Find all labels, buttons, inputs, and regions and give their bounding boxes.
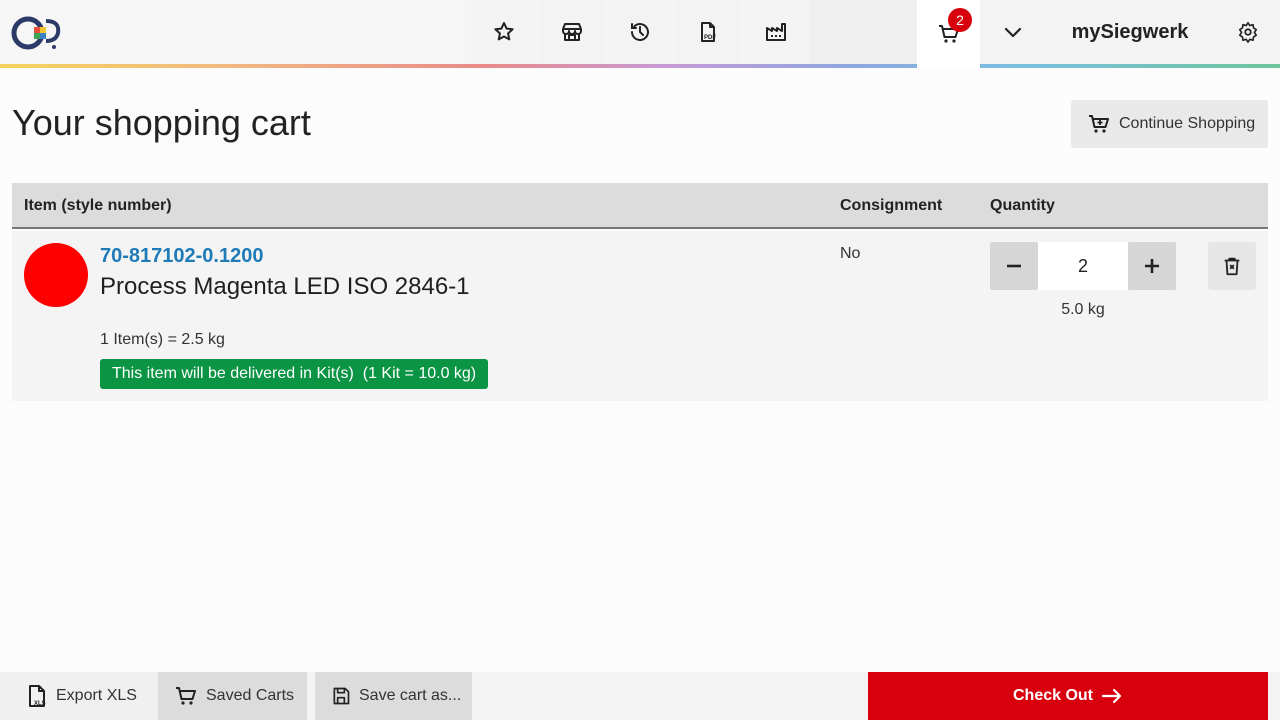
save-cart-as-label: Save cart as... [359, 687, 462, 704]
settings-button[interactable] [1215, 0, 1280, 64]
export-xls-label: Export XLS [56, 687, 137, 704]
factory-button[interactable] [743, 0, 809, 64]
factory-icon [766, 23, 786, 41]
table-row: 70-817102-0.1200 Process Magenta LED ISO… [12, 231, 1268, 401]
history-icon [631, 23, 649, 41]
style-number-link[interactable]: 70-817102-0.1200 [100, 245, 263, 268]
shop-button[interactable] [539, 0, 605, 64]
brand-link[interactable]: mySiegwerk [1046, 0, 1214, 64]
history-button[interactable] [607, 0, 673, 64]
logo-icon [11, 16, 61, 50]
color-swatch [24, 243, 88, 307]
export-xls-button[interactable]: XLS Export XLS [0, 672, 158, 720]
header-gradient-line [0, 64, 1280, 68]
dropdown-button[interactable] [980, 0, 1046, 64]
nav-spacer [809, 0, 917, 64]
kit-delivery-badge: This item will be delivered in Kit(s) (1… [100, 359, 489, 389]
column-header-item: Item (style number) [24, 197, 172, 214]
remove-item-button[interactable] [1208, 242, 1256, 290]
total-weight: 5.0 kg [1061, 301, 1105, 318]
star-icon [494, 22, 514, 41]
save-icon [333, 687, 350, 705]
cart-icon [176, 687, 196, 705]
saved-carts-label: Saved Carts [206, 687, 295, 704]
svg-text:PDF: PDF [704, 35, 716, 41]
cart-table-header: Item (style number) Consignment Quantity [12, 183, 1268, 229]
checkout-button[interactable]: Check Out [868, 672, 1268, 720]
quantity-increase-button[interactable] [1128, 242, 1176, 290]
minus-icon [1007, 264, 1021, 268]
store-icon [562, 23, 582, 41]
quantity-decrease-button[interactable] [990, 242, 1038, 290]
pdf-icon: PDF [701, 22, 716, 42]
chevron-down-icon [1004, 27, 1022, 38]
quantity-input[interactable] [1038, 242, 1128, 290]
consignment-value: No [840, 245, 861, 262]
bottom-action-bar: XLS Export XLS Saved Carts Save cart as.… [0, 672, 1280, 720]
xls-icon: XLS [29, 685, 46, 707]
cart-tab[interactable] [917, 0, 980, 68]
favorites-button[interactable] [471, 0, 537, 64]
arrow-right-icon [1101, 688, 1122, 704]
cart-plus-icon [1089, 115, 1109, 133]
saved-carts-button[interactable]: Saved Carts [158, 672, 307, 720]
product-name: Process Magenta LED ISO 2846-1 [100, 273, 470, 300]
app-logo[interactable] [10, 13, 64, 53]
gear-icon [1238, 22, 1257, 43]
save-cart-as-button[interactable]: Save cart as... [315, 672, 472, 720]
page-title: Your shopping cart [12, 102, 311, 143]
pdf-button[interactable]: PDF [675, 0, 741, 64]
column-header-quantity: Quantity [990, 197, 1055, 214]
delete-icon [1224, 257, 1240, 276]
unit-info: 1 Item(s) = 2.5 kg [100, 331, 225, 348]
continue-shopping-button[interactable]: Continue Shopping [1071, 100, 1268, 148]
cart-count-badge: 2 [948, 8, 972, 32]
svg-text:XLS: XLS [34, 701, 46, 707]
continue-shopping-label: Continue Shopping [1119, 115, 1256, 132]
checkout-label: Check Out [1012, 687, 1093, 704]
plus-icon [1145, 259, 1159, 273]
column-header-consignment: Consignment [840, 197, 943, 214]
